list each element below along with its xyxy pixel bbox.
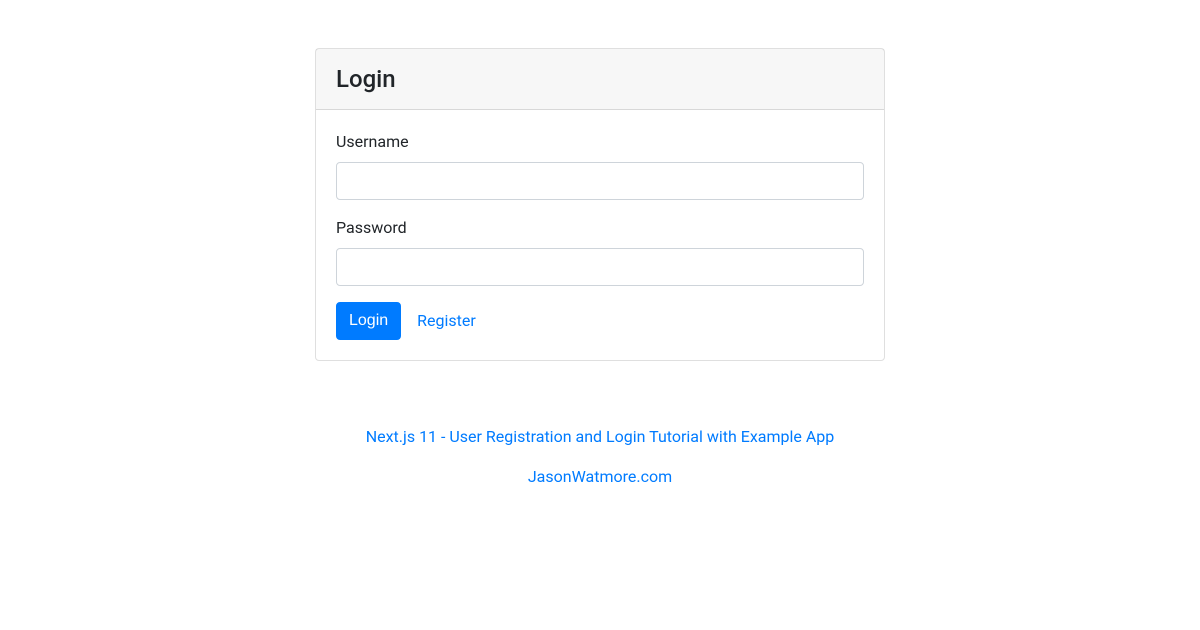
login-button[interactable]: Login bbox=[336, 302, 401, 340]
password-label: Password bbox=[336, 216, 407, 240]
site-link[interactable]: JasonWatmore.com bbox=[528, 467, 672, 486]
username-label: Username bbox=[336, 130, 409, 154]
username-group: Username bbox=[336, 130, 864, 200]
footer: Next.js 11 - User Registration and Login… bbox=[315, 425, 885, 489]
tutorial-link[interactable]: Next.js 11 - User Registration and Login… bbox=[366, 427, 835, 446]
password-input[interactable] bbox=[336, 248, 864, 286]
password-group: Password bbox=[336, 216, 864, 286]
login-form: Username Password Login Register bbox=[336, 130, 864, 340]
footer-tutorial-paragraph: Next.js 11 - User Registration and Login… bbox=[315, 425, 885, 449]
card-header: Login bbox=[316, 49, 884, 110]
login-card: Login Username Password Login Register bbox=[315, 48, 885, 361]
login-container: Login Username Password Login Register N… bbox=[315, 0, 885, 489]
username-input[interactable] bbox=[336, 162, 864, 200]
card-body: Username Password Login Register bbox=[316, 110, 884, 360]
card-title: Login bbox=[336, 61, 864, 97]
register-link[interactable]: Register bbox=[405, 303, 488, 339]
footer-site-paragraph: JasonWatmore.com bbox=[315, 465, 885, 489]
